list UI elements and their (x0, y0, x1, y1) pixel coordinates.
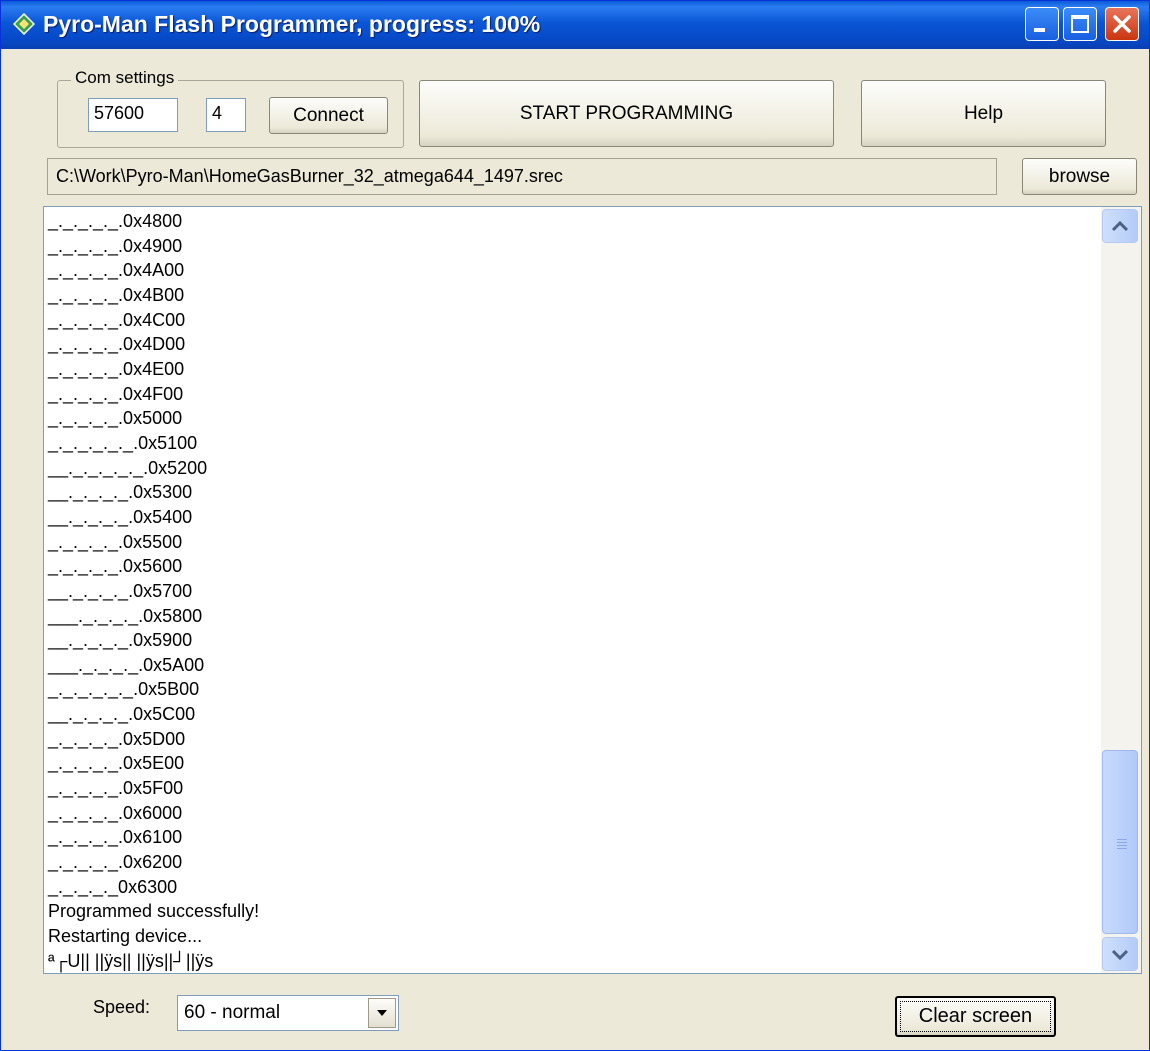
speed-selected-value: 60 - normal (184, 1002, 281, 1023)
maximize-icon (1071, 15, 1089, 33)
log-output[interactable]: _._._._._.0x4800 _._._._._.0x4900 _._._._.… (43, 206, 1142, 974)
minimize-icon (1034, 28, 1045, 32)
close-button[interactable] (1105, 7, 1139, 41)
log-line: _._._._._.0x4B00 (48, 284, 185, 305)
log-line: _._._._._.0x5F00 (48, 778, 184, 799)
help-button[interactable]: Help (861, 80, 1106, 147)
log-line: _._._._._.0x5D00 (48, 728, 186, 749)
dropdown-arrow-icon (377, 1010, 387, 1016)
log-line: _._._._._._.0x5B00 (48, 679, 200, 700)
diamond-app-icon (13, 13, 35, 35)
minimize-button[interactable] (1025, 7, 1059, 41)
chevron-down-icon (1111, 949, 1129, 961)
log-line: _._._._._.0x4D00 (48, 334, 186, 355)
log-line: _._._._._.0x5E00 (48, 753, 185, 774)
scroll-thumb[interactable] (1102, 750, 1138, 934)
speed-label: Speed: (93, 997, 151, 1017)
scroll-down-button[interactable] (1102, 937, 1138, 971)
log-line: ª┌U|| ||ÿs|| ||ÿs||┘||ÿs (48, 950, 214, 971)
log-line: __._._._._.0x5C00 (48, 704, 196, 725)
clear-screen-label: Clear screen (899, 1001, 1052, 1032)
log-line: _._._._._.0x6200 (48, 852, 183, 873)
log-line: __._._._._.0x5400 (48, 506, 193, 527)
clear-screen-button[interactable]: Clear screen (895, 996, 1056, 1037)
connect-button[interactable]: Connect (269, 97, 388, 134)
com-settings-label: Com settings (71, 68, 179, 88)
maximize-button[interactable] (1063, 7, 1097, 41)
log-line: _._._._._._.0x5100 (48, 432, 198, 453)
log-line: _._._._._.0x5600 (48, 556, 183, 577)
speed-select[interactable]: 60 - normal (177, 995, 399, 1031)
grip-line (1117, 845, 1127, 846)
grip-line (1117, 842, 1127, 843)
log-line: __._._._._.0x5300 (48, 482, 193, 503)
log-line: _._._._._.0x4C00 (48, 309, 186, 330)
baud-rate-input[interactable]: 57600 (88, 98, 178, 132)
log-line: _._._._._.0x4800 (48, 211, 183, 231)
vertical-scrollbar[interactable] (1101, 207, 1141, 973)
log-line: _._._._._.0x6000 (48, 802, 183, 823)
dropdown-button[interactable] (368, 998, 396, 1028)
log-line: _._._._._.0x4F00 (48, 383, 184, 404)
log-line: __._._._._.0x5700 (48, 580, 193, 601)
log-line: _._._._._.0x6100 (48, 827, 183, 848)
log-line: _._._._._.0x4900 (48, 235, 183, 256)
grip-line (1117, 848, 1127, 849)
log-line: __._._._._.0x5900 (48, 630, 193, 651)
scroll-up-button[interactable] (1102, 209, 1138, 243)
log-line: _._._._._0x6300 (48, 876, 178, 897)
log-line: ___._._._._.0x5A00 (48, 654, 205, 675)
grip-line (1117, 839, 1127, 840)
log-lines: _._._._._.0x4800 _._._._._.0x4900 _._._._.… (48, 209, 259, 973)
log-line: Programmed successfully! (48, 901, 260, 922)
chevron-up-icon (1111, 220, 1129, 232)
main-window: Pyro-Man Flash Programmer, progress: 100… (0, 0, 1150, 1051)
log-line: ___._._._._.0x5800 (48, 605, 203, 626)
log-line: _._._._._.0x5000 (48, 408, 183, 429)
log-line: __._._._._._.0x5200 (48, 457, 208, 478)
browse-button[interactable]: browse (1022, 158, 1137, 195)
log-line: Restarting device... (48, 926, 203, 947)
start-programming-button[interactable]: START PROGRAMMING (419, 80, 834, 147)
log-line: _._._._._.0x4A00 (48, 260, 185, 281)
close-icon (1113, 15, 1131, 33)
title-bar[interactable]: Pyro-Man Flash Programmer, progress: 100… (1, 1, 1149, 49)
log-line: _._._._._.0x4E00 (48, 358, 185, 379)
file-path-field[interactable]: C:\Work\Pyro-Man\HomeGasBurner_32_atmega… (47, 158, 997, 195)
com-port-input[interactable]: 4 (206, 98, 246, 132)
window-title: Pyro-Man Flash Programmer, progress: 100… (43, 11, 541, 37)
log-line: _._._._._.0x5500 (48, 531, 183, 552)
